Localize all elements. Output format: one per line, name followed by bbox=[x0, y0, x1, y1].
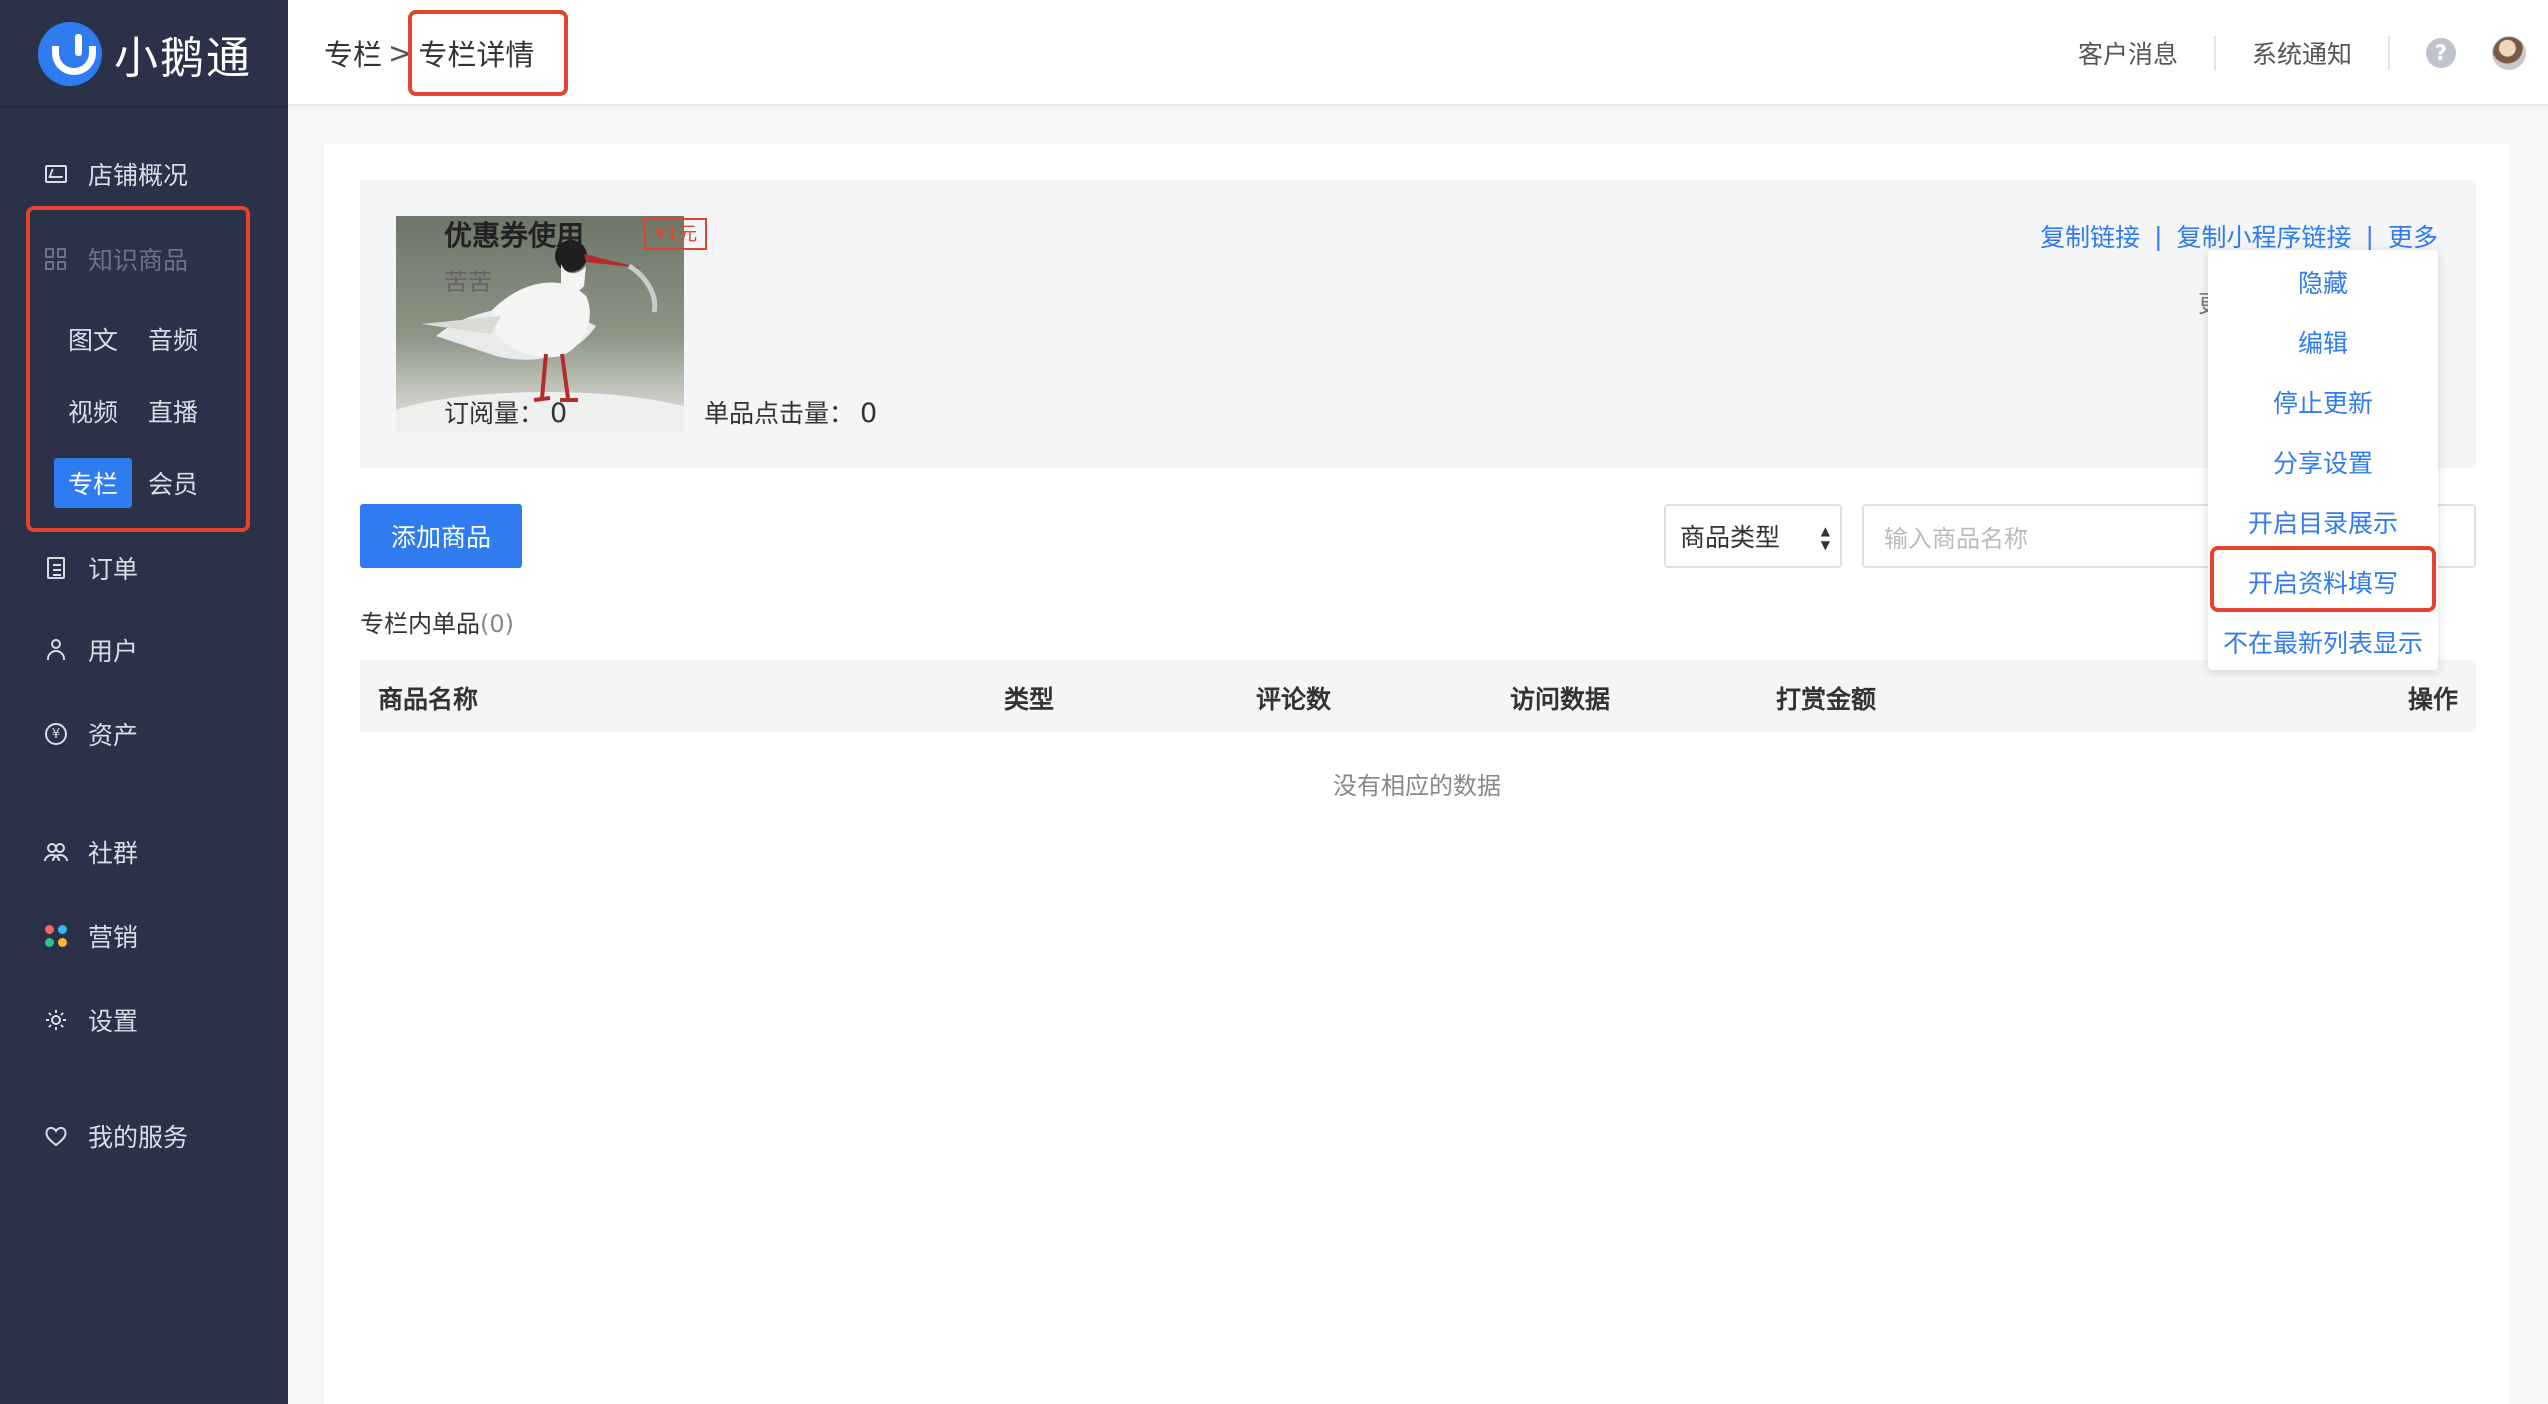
brand-logo[interactable]: 小鹅通 bbox=[38, 22, 252, 86]
empty-state-text: 没有相应的数据 bbox=[1333, 772, 1501, 800]
list-count: (0) bbox=[480, 610, 514, 638]
brand-name: 小鹅通 bbox=[114, 33, 252, 84]
stat-subscriptions: 订阅量： 0 bbox=[444, 394, 567, 430]
menu-item-hide[interactable]: 隐藏 bbox=[2208, 260, 2438, 304]
price-badge: ¥1元 bbox=[644, 218, 708, 250]
column-items-title: 专栏内单品(0) bbox=[360, 604, 514, 639]
menu-item-edit[interactable]: 编辑 bbox=[2208, 320, 2438, 364]
chart-monitor-icon bbox=[44, 162, 68, 186]
user-icon bbox=[44, 638, 68, 662]
column-title: 优惠券使用 bbox=[444, 219, 585, 252]
column-header-comments: 评论数 bbox=[1256, 685, 1332, 714]
sidebar-item-store-overview[interactable]: 店铺概况 bbox=[44, 152, 188, 196]
avatar[interactable] bbox=[2492, 36, 2526, 70]
stat-value: 0 bbox=[550, 398, 568, 429]
column-header-visits: 访问数据 bbox=[1510, 685, 1611, 714]
community-icon bbox=[44, 840, 68, 864]
sidebar-item-marketing[interactable]: 营销 bbox=[44, 914, 138, 958]
system-notifications-link[interactable]: 系统通知 bbox=[2216, 36, 2390, 70]
menu-item-hide-from-latest[interactable]: 不在最新列表显示 bbox=[2208, 620, 2438, 664]
sidebar-item-orders[interactable]: 订单 bbox=[44, 546, 138, 590]
document-icon bbox=[44, 556, 68, 580]
column-actions: 复制链接 | 复制小程序链接 | 更多 bbox=[2040, 218, 2438, 254]
sidebar-item-label: 设置 bbox=[88, 1007, 139, 1036]
heart-icon bbox=[44, 1124, 68, 1148]
sidebar-item-label: 社群 bbox=[88, 839, 139, 868]
sidebar: 小鹅通 店铺概况 知识商品 图文 音频 视频 直播 专栏 会员 订单 用户 ¥ … bbox=[0, 0, 288, 1404]
action-divider: | bbox=[2154, 221, 2163, 251]
stat-item-clicks: 单品点击量： 0 bbox=[704, 394, 877, 430]
sidebar-item-settings[interactable]: 设置 bbox=[44, 998, 138, 1042]
gear-icon bbox=[44, 1008, 68, 1032]
sidebar-item-label: 我的服务 bbox=[88, 1123, 189, 1152]
stat-label: 单品点击量： bbox=[704, 399, 855, 428]
table-header: 商品名称 类型 评论数 访问数据 打赏金额 操作 bbox=[360, 660, 2476, 732]
highlight-box-breadcrumb bbox=[408, 10, 568, 96]
product-type-select-value: 商品类型 bbox=[1680, 523, 1781, 552]
sidebar-item-label: 资产 bbox=[88, 721, 139, 750]
sidebar-item-label: 订单 bbox=[88, 555, 139, 584]
action-divider: | bbox=[2365, 221, 2374, 251]
marketing-dots-icon bbox=[44, 924, 68, 948]
highlight-box-knowledge-products bbox=[26, 206, 250, 532]
customer-messages-link[interactable]: 客户消息 bbox=[2042, 36, 2216, 70]
menu-item-enable-catalog[interactable]: 开启目录展示 bbox=[2208, 500, 2438, 544]
sidebar-item-assets[interactable]: ¥ 资产 bbox=[44, 712, 138, 756]
product-type-select[interactable]: 商品类型 ▲ ▼ bbox=[1664, 504, 1842, 568]
copy-link-button[interactable]: 复制链接 bbox=[2040, 218, 2140, 254]
sidebar-divider bbox=[0, 106, 288, 108]
yuan-coin-icon: ¥ bbox=[44, 722, 68, 746]
main-content: 优惠券使用 ¥1元 苦苦 订阅量： 0 单品点击量： 0 复制链接 | 复制小程序链… bbox=[324, 144, 2510, 1404]
stat-value: 0 bbox=[860, 398, 878, 429]
search-placeholder: 输入商品名称 bbox=[1884, 524, 2028, 553]
select-arrows-icon: ▲ ▼ bbox=[1820, 524, 1830, 552]
stat-label: 订阅量： bbox=[444, 399, 545, 428]
more-button[interactable]: 更多 bbox=[2388, 218, 2438, 254]
sidebar-item-label: 营销 bbox=[88, 923, 139, 952]
sidebar-item-label: 用户 bbox=[88, 637, 139, 666]
header-actions: 客户消息 系统通知 ? bbox=[2042, 0, 2548, 106]
sidebar-item-users[interactable]: 用户 bbox=[44, 628, 138, 672]
sidebar-item-label: 店铺概况 bbox=[88, 161, 189, 190]
list-title-label: 专栏内单品 bbox=[360, 610, 480, 638]
sidebar-item-community[interactable]: 社群 bbox=[44, 830, 138, 874]
column-header-product-name: 商品名称 bbox=[378, 685, 479, 714]
highlight-box-enable-info-form bbox=[2210, 546, 2436, 612]
help-icon[interactable]: ? bbox=[2426, 38, 2456, 68]
menu-item-share-settings[interactable]: 分享设置 bbox=[2208, 440, 2438, 484]
column-header-type: 类型 bbox=[1004, 685, 1055, 714]
sidebar-item-my-services[interactable]: 我的服务 bbox=[44, 1114, 188, 1158]
top-header: 专栏 > 专栏详情 客户消息 系统通知 ? bbox=[288, 0, 2548, 106]
column-header-actions: 操作 bbox=[2407, 685, 2458, 714]
column-author: 苦苦 bbox=[444, 268, 492, 296]
brand-logo-icon bbox=[38, 22, 102, 86]
breadcrumb-parent-link[interactable]: 专栏 bbox=[324, 32, 382, 74]
menu-item-stop-updating[interactable]: 停止更新 bbox=[2208, 380, 2438, 424]
add-product-button[interactable]: 添加商品 bbox=[360, 504, 522, 568]
column-header-tips: 打赏金额 bbox=[1776, 685, 1877, 714]
copy-mini-program-link-button[interactable]: 复制小程序链接 bbox=[2177, 218, 2352, 254]
